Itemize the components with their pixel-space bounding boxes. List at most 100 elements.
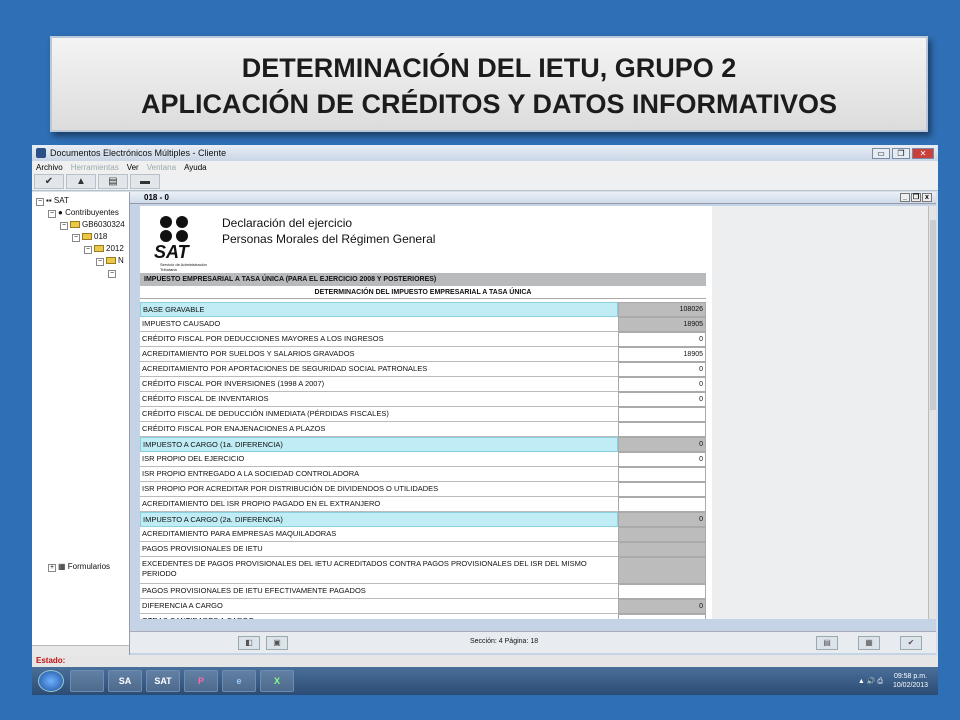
document-icon[interactable]: ▤ — [98, 174, 128, 189]
taskbar-sat-icon[interactable]: SAT — [146, 670, 180, 692]
start-button-icon[interactable] — [38, 670, 64, 692]
check-icon[interactable]: ✔ — [34, 174, 64, 189]
doc-close-button[interactable]: x — [922, 193, 932, 202]
form-row-value[interactable] — [618, 542, 706, 557]
form-row-label: OTRAS CANTIDADES A CARGO — [140, 614, 618, 619]
form-row-label: BASE GRAVABLE — [140, 302, 618, 317]
form-row-value[interactable]: 18905 — [618, 347, 706, 362]
form-row-value[interactable] — [618, 584, 706, 599]
minimize-button[interactable]: ▭ — [872, 147, 890, 159]
tree-node-year[interactable]: −2012 — [84, 244, 124, 254]
form-row-label: IMPUESTO A CARGO (1a. DIFERENCIA) — [140, 437, 618, 452]
calc-icon[interactable]: ▦ — [858, 636, 880, 650]
tree-node-contribuyentes[interactable]: − ● Contribuyentes — [48, 208, 119, 218]
form-row: ACREDITAMIENTO POR APORTACIONES DE SEGUR… — [140, 362, 706, 377]
form-row-value[interactable] — [618, 614, 706, 619]
window-titlebar: Documentos Electrónicos Múltiples - Clie… — [32, 145, 938, 161]
form-row-value[interactable]: 18905 — [618, 317, 706, 332]
tree-node-sub[interactable]: − N — [96, 256, 124, 266]
folder-icon — [82, 233, 92, 241]
menu-ayuda[interactable]: Ayuda — [184, 163, 207, 172]
close-button[interactable]: ✕ — [912, 147, 934, 159]
form-row-value[interactable] — [618, 422, 706, 437]
form-row: ISR PROPIO POR ACREDITAR POR DISTRIBUCIÓ… — [140, 482, 706, 497]
form-row-label: IMPUESTO A CARGO (2a. DIFERENCIA) — [140, 512, 618, 527]
form-row: CRÉDITO FISCAL DE DEDUCCIÓN INMEDIATA (P… — [140, 407, 706, 422]
form-row-value[interactable]: 0 — [618, 392, 706, 407]
sat-tree-icon: ▪▪ — [46, 196, 54, 205]
form-row-value[interactable]: 0 — [618, 362, 706, 377]
tree-node-sat[interactable]: − ▪▪ SAT — [36, 196, 69, 206]
tray-icons[interactable]: ▲ 🔊 ⎙ — [858, 677, 883, 686]
form-row-value[interactable]: 0 — [618, 377, 706, 392]
status-label: Estado: — [32, 655, 938, 667]
taskbar-sa-icon[interactable]: SA — [108, 670, 142, 692]
tree-node-018[interactable]: −018 — [72, 232, 107, 242]
form-row: ISR PROPIO DEL EJERCICIO 0 — [140, 452, 706, 467]
form-row: EXCEDENTES DE PAGOS PROVISIONALES DEL IE… — [140, 557, 706, 584]
doc-minimize-button[interactable]: _ — [900, 193, 910, 202]
form-row-value[interactable] — [618, 557, 706, 584]
tree-node-rfc[interactable]: − GB6030324 — [60, 220, 125, 230]
form-row-value[interactable]: 0 — [618, 599, 706, 614]
tree-node-leaf[interactable]: − — [108, 268, 118, 278]
form-row-value[interactable] — [618, 482, 706, 497]
document-tab-header: 018 - 0 _ ❐ x — [130, 192, 936, 204]
form-row-value[interactable] — [618, 497, 706, 512]
form-row: CRÉDITO FISCAL POR ENAJENACIONES A PLAZO… — [140, 422, 706, 437]
form-row: ACREDITAMIENTO POR SUELDOS Y SALARIOS GR… — [140, 347, 706, 362]
doc-restore-button[interactable]: ❐ — [911, 193, 921, 202]
tree-hscroll[interactable] — [32, 645, 129, 655]
form-row: IMPUESTO A CARGO (1a. DIFERENCIA) 0 — [140, 437, 706, 452]
menu-ventana[interactable]: Ventana — [147, 163, 176, 172]
tree-node-formularios[interactable]: + ▦ Formularios — [48, 562, 110, 572]
save-icon[interactable]: ▬ — [130, 174, 160, 189]
form-row-value[interactable]: 0 — [618, 512, 706, 527]
menu-ver[interactable]: Ver — [127, 163, 139, 172]
taskbar-ie-icon[interactable]: e — [222, 670, 256, 692]
form-row-value[interactable]: 0 — [618, 452, 706, 467]
form-row: BASE GRAVABLE 108026 — [140, 302, 706, 317]
menu-herramientas[interactable]: Herramientas — [71, 163, 119, 172]
app-window: Documentos Electrónicos Múltiples - Clie… — [32, 145, 938, 695]
form-row: CRÉDITO FISCAL POR DEDUCCIONES MAYORES A… — [140, 332, 706, 347]
taskbar: SA SAT P e X ▲ 🔊 ⎙ 09:58 p.m. 10/02/2013 — [32, 667, 938, 695]
declaration-title: Declaración del ejercicio — [222, 216, 353, 230]
page-icon[interactable]: ▣ — [266, 636, 288, 650]
form-row-value[interactable]: 0 — [618, 332, 706, 347]
document-vscroll[interactable] — [928, 206, 936, 619]
print-icon[interactable]: ▲ — [66, 174, 96, 189]
document-tab-title: 018 - 0 — [144, 193, 169, 202]
form-row-label: CRÉDITO FISCAL POR ENAJENACIONES A PLAZO… — [140, 422, 618, 437]
declaration-sheet: SAT Servicio de Administración Tributari… — [140, 206, 712, 619]
section-page-indicator: Sección: 4 Página: 18 — [470, 638, 539, 645]
taskbar-powerpoint-icon[interactable]: P — [184, 670, 218, 692]
form-row-label: ISR PROPIO DEL EJERCICIO — [140, 452, 618, 467]
form-row-value[interactable]: 0 — [618, 437, 706, 452]
validate-icon[interactable]: ✔ — [900, 636, 922, 650]
form-row-value[interactable]: 108026 — [618, 302, 706, 317]
form-row-label: EXCEDENTES DE PAGOS PROVISIONALES DEL IE… — [140, 557, 618, 584]
document-pane: 018 - 0 _ ❐ x SAT Servicio de Administra… — [130, 192, 936, 655]
tree-panel: − ▪▪ SAT − ● Contribuyentes − GB6030324 −01… — [32, 192, 130, 655]
prev-page-icon[interactable]: ◧ — [238, 636, 260, 650]
maximize-button[interactable]: ❐ — [892, 147, 910, 159]
form-icon[interactable]: ▤ — [816, 636, 838, 650]
form-row-label: ACREDITAMIENTO DEL ISR PROPIO PAGADO EN … — [140, 497, 618, 512]
form-row: CRÉDITO FISCAL POR INVERSIONES (1998 A 2… — [140, 377, 706, 392]
toolbar: ✔ ▲ ▤ ▬ — [32, 173, 938, 191]
folder-icon — [70, 221, 80, 229]
form-row-value[interactable] — [618, 467, 706, 482]
form-row: IMPUESTO A CARGO (2a. DIFERENCIA) 0 — [140, 512, 706, 527]
declaration-subtitle: Personas Morales del Régimen General — [222, 232, 436, 246]
menu-archivo[interactable]: Archivo — [36, 163, 63, 172]
taskbar-explorer-icon[interactable] — [70, 670, 104, 692]
form-row: ACREDITAMIENTO DEL ISR PROPIO PAGADO EN … — [140, 497, 706, 512]
form-row-value[interactable] — [618, 407, 706, 422]
form-row: OTRAS CANTIDADES A CARGO — [140, 614, 706, 619]
form-row: ISR PROPIO ENTREGADO A LA SOCIEDAD CONTR… — [140, 467, 706, 482]
form-row-value[interactable] — [618, 527, 706, 542]
folder-icon — [94, 245, 104, 253]
document-status-bar: ◧ ▣ Sección: 4 Página: 18 ▤ ▦ ✔ — [130, 631, 936, 653]
taskbar-excel-icon[interactable]: X — [260, 670, 294, 692]
